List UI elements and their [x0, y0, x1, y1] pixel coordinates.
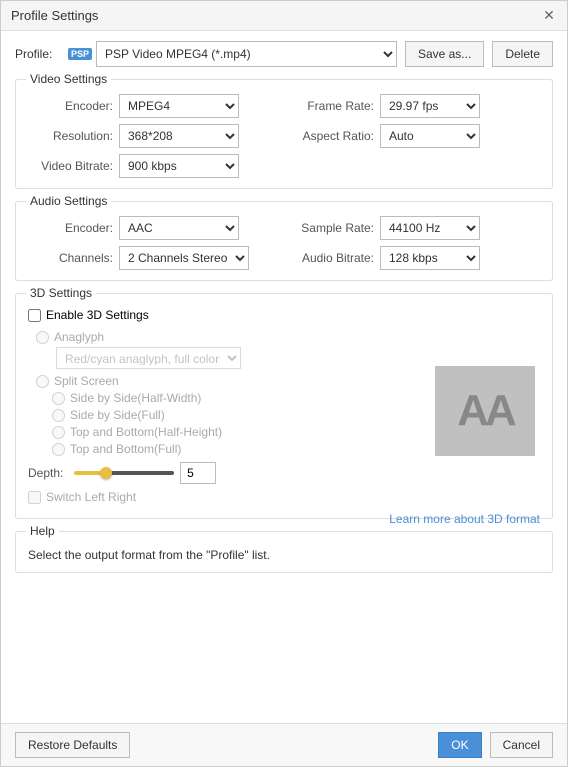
depth-label: Depth:: [28, 466, 68, 480]
split-screen-row: Split Screen: [36, 374, 420, 388]
delete-button[interactable]: Delete: [492, 41, 553, 67]
video-settings-content: Encoder: MPEG4 Frame Rate: 29.97 fps: [28, 94, 540, 178]
sample-rate-select[interactable]: 44100 Hz: [380, 216, 480, 240]
3d-settings-content: Enable 3D Settings Anaglyph Red/cyan ana…: [28, 308, 540, 504]
3d-left: Enable 3D Settings Anaglyph Red/cyan ana…: [28, 308, 420, 504]
depth-input[interactable]: [180, 462, 216, 484]
resolution-label: Resolution:: [28, 129, 113, 143]
split-screen-label[interactable]: Split Screen: [54, 374, 119, 388]
side-by-side-full-radio[interactable]: [52, 409, 65, 422]
encoder-label: Encoder:: [28, 99, 113, 113]
help-section: Help Select the output format from the "…: [15, 531, 553, 573]
audio-settings-content: Encoder: AAC Sample Rate: 44100 Hz: [28, 216, 540, 270]
resolution-select[interactable]: 368*208: [119, 124, 239, 148]
save-as-button[interactable]: Save as...: [405, 41, 484, 67]
aa-preview-box: AA: [435, 366, 535, 456]
footer-actions: OK Cancel: [438, 732, 553, 758]
sample-rate-label: Sample Rate:: [289, 221, 374, 235]
split-screen-radio[interactable]: [36, 375, 49, 388]
side-by-side-half-radio[interactable]: [52, 392, 65, 405]
ok-button[interactable]: OK: [438, 732, 481, 758]
psp-badge: PSP: [68, 48, 92, 60]
profile-select[interactable]: PSP Video MPEG4 (*.mp4): [96, 41, 397, 67]
depth-slider-thumb[interactable]: [100, 467, 112, 479]
video-settings-section: Video Settings Encoder: MPEG4 Frame Rate…: [15, 79, 553, 189]
frame-rate-label: Frame Rate:: [289, 99, 374, 113]
audio-form-grid: Encoder: AAC Sample Rate: 44100 Hz: [28, 216, 540, 270]
3d-settings-title: 3D Settings: [26, 286, 96, 300]
video-form-grid: Encoder: MPEG4 Frame Rate: 29.97 fps: [28, 94, 540, 178]
sample-rate-row: Sample Rate: 44100 Hz: [289, 216, 540, 240]
enable-3d-row: Enable 3D Settings: [28, 308, 420, 322]
close-button[interactable]: ✕: [541, 8, 557, 24]
window-title: Profile Settings: [11, 8, 98, 23]
help-title: Help: [26, 524, 59, 538]
frame-rate-select[interactable]: 29.97 fps: [380, 94, 480, 118]
top-bottom-full-label: Top and Bottom(Full): [70, 442, 181, 456]
side-by-side-full-label: Side by Side(Full): [70, 408, 165, 422]
top-bottom-half-radio[interactable]: [52, 426, 65, 439]
enable-3d-checkbox[interactable]: [28, 309, 41, 322]
aa-preview-text: AA: [457, 386, 513, 436]
aspect-ratio-row: Aspect Ratio: Auto: [289, 124, 540, 148]
side-by-side-half-label: Side by Side(Half-Width): [70, 391, 201, 405]
anaglyph-type-select[interactable]: Red/cyan anaglyph, full color: [56, 347, 241, 369]
anaglyph-radio[interactable]: [36, 331, 49, 344]
audio-encoder-select[interactable]: AAC: [119, 216, 239, 240]
aspect-ratio-select[interactable]: Auto: [380, 124, 480, 148]
audio-bitrate-row: Audio Bitrate: 128 kbps: [289, 246, 540, 270]
3d-settings-section: 3D Settings Enable 3D Settings Anaglyph: [15, 293, 553, 519]
anaglyph-select-row: Red/cyan anaglyph, full color: [56, 347, 420, 369]
profile-row: Profile: PSP PSP Video MPEG4 (*.mp4) Sav…: [15, 41, 553, 67]
footer: Restore Defaults OK Cancel: [1, 723, 567, 766]
frame-rate-row: Frame Rate: 29.97 fps: [289, 94, 540, 118]
aspect-ratio-label: Aspect Ratio:: [289, 129, 374, 143]
video-bitrate-select[interactable]: 900 kbps: [119, 154, 239, 178]
depth-row: Depth:: [28, 462, 420, 484]
title-bar: Profile Settings ✕: [1, 1, 567, 31]
learn-more-link[interactable]: Learn more about 3D format: [389, 512, 540, 526]
enable-3d-label[interactable]: Enable 3D Settings: [46, 308, 149, 322]
switch-left-right-label: Switch Left Right: [46, 490, 136, 504]
audio-settings-title: Audio Settings: [26, 194, 111, 208]
channels-row: Channels: 2 Channels Stereo: [28, 246, 279, 270]
video-settings-title: Video Settings: [26, 72, 111, 86]
audio-encoder-row: Encoder: AAC: [28, 216, 279, 240]
anaglyph-row: Anaglyph: [36, 330, 420, 344]
audio-bitrate-label: Audio Bitrate:: [289, 251, 374, 265]
side-by-side-half-row: Side by Side(Half-Width) Side by Side(Fu…: [52, 391, 420, 456]
3d-preview: AA: [430, 318, 540, 504]
switch-left-right-checkbox[interactable]: [28, 491, 41, 504]
top-bottom-full-radio[interactable]: [52, 443, 65, 456]
channels-label: Channels:: [28, 251, 113, 265]
encoder-row: Encoder: MPEG4: [28, 94, 279, 118]
switch-left-right-row: Switch Left Right: [28, 490, 420, 504]
video-bitrate-label: Video Bitrate:: [28, 159, 113, 173]
depth-slider-track: [74, 471, 174, 475]
empty-cell: [289, 154, 540, 178]
channels-select[interactable]: 2 Channels Stereo: [119, 246, 249, 270]
audio-encoder-label: Encoder:: [28, 221, 113, 235]
audio-bitrate-select[interactable]: 128 kbps: [380, 246, 480, 270]
help-text: Select the output format from the "Profi…: [28, 548, 540, 562]
top-bottom-half-label: Top and Bottom(Half-Height): [70, 425, 222, 439]
profile-label: Profile:: [15, 47, 60, 61]
restore-defaults-button[interactable]: Restore Defaults: [15, 732, 130, 758]
3d-layout: Enable 3D Settings Anaglyph Red/cyan ana…: [28, 308, 540, 504]
resolution-row: Resolution: 368*208: [28, 124, 279, 148]
cancel-button[interactable]: Cancel: [490, 732, 553, 758]
audio-settings-section: Audio Settings Encoder: AAC Sample Rate:: [15, 201, 553, 281]
profile-select-wrapper: PSP PSP Video MPEG4 (*.mp4): [68, 41, 397, 67]
video-encoder-select[interactable]: MPEG4: [119, 94, 239, 118]
main-content: Profile: PSP PSP Video MPEG4 (*.mp4) Sav…: [1, 31, 567, 723]
profile-settings-window: Profile Settings ✕ Profile: PSP PSP Vide…: [0, 0, 568, 767]
video-bitrate-row: Video Bitrate: 900 kbps: [28, 154, 279, 178]
anaglyph-label[interactable]: Anaglyph: [54, 330, 104, 344]
